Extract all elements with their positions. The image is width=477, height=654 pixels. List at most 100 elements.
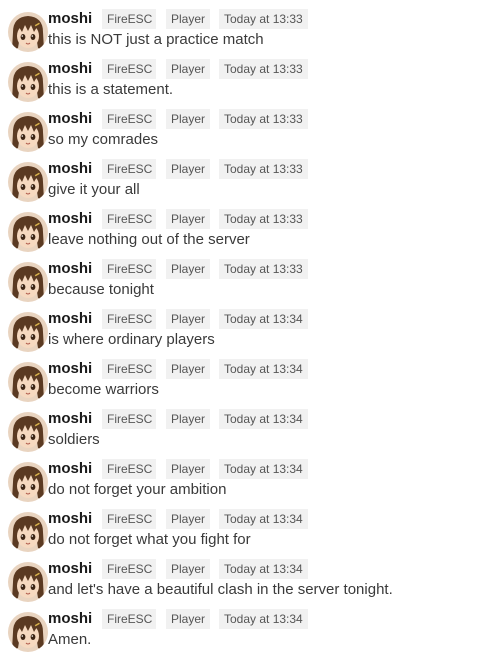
avatar[interactable] [8,62,48,102]
message-text: and let's have a beautiful clash in the … [48,581,393,598]
username[interactable]: moshi [48,560,92,578]
avatar[interactable] [8,12,48,52]
anime-girl-avatar-icon [8,62,48,102]
clan-tag: FireESC [102,109,156,129]
username[interactable]: moshi [48,460,92,478]
chat-message: moshi FireESC Player Today at 13:33 so m… [0,100,477,152]
username[interactable]: moshi [48,510,92,528]
chat-message: moshi FireESC Player Today at 13:34 do n… [0,500,477,552]
username[interactable]: moshi [48,10,92,28]
avatar[interactable] [8,212,48,252]
chat-message: moshi FireESC Player Today at 13:33 this… [0,0,477,52]
timestamp: Today at 13:34 [219,459,308,479]
clan-tag: FireESC [102,159,156,179]
role-tag: Player [166,209,210,229]
avatar[interactable] [8,362,48,402]
timestamp: Today at 13:33 [219,9,308,29]
avatar[interactable] [8,412,48,452]
role-tag: Player [166,409,210,429]
message-text: this is a statement. [48,81,174,98]
chat-message: moshi FireESC Player Today at 13:34 is w… [0,300,477,352]
role-tag: Player [166,459,210,479]
role-tag: Player [166,309,210,329]
message-text: soldiers [48,431,100,448]
anime-girl-avatar-icon [8,362,48,402]
clan-tag: FireESC [102,9,156,29]
clan-tag: FireESC [102,209,156,229]
message-text: because tonight [48,281,154,298]
anime-girl-avatar-icon [8,112,48,152]
anime-girl-avatar-icon [8,562,48,602]
avatar[interactable] [8,262,48,302]
username[interactable]: moshi [48,310,92,328]
clan-tag: FireESC [102,59,156,79]
anime-girl-avatar-icon [8,12,48,52]
chat-message: moshi FireESC Player Today at 13:34 do n… [0,450,477,502]
clan-tag: FireESC [102,459,156,479]
timestamp: Today at 13:34 [219,309,308,329]
timestamp: Today at 13:33 [219,209,308,229]
message-text: become warriors [48,381,159,398]
clan-tag: FireESC [102,509,156,529]
username[interactable]: moshi [48,60,92,78]
username[interactable]: moshi [48,160,92,178]
message-text: do not forget your ambition [48,481,227,498]
timestamp: Today at 13:34 [219,559,308,579]
message-text: do not forget what you fight for [48,531,251,548]
avatar[interactable] [8,162,48,202]
username[interactable]: moshi [48,110,92,128]
message-text: so my comrades [48,131,159,148]
timestamp: Today at 13:34 [219,609,308,629]
chat-message: moshi FireESC Player Today at 13:34 and … [0,550,477,602]
anime-girl-avatar-icon [8,462,48,502]
anime-girl-avatar-icon [8,162,48,202]
clan-tag: FireESC [102,359,156,379]
avatar[interactable] [8,462,48,502]
username[interactable]: moshi [48,610,92,628]
clan-tag: FireESC [102,559,156,579]
role-tag: Player [166,559,210,579]
timestamp: Today at 13:33 [219,109,308,129]
timestamp: Today at 13:34 [219,409,308,429]
anime-girl-avatar-icon [8,212,48,252]
clan-tag: FireESC [102,409,156,429]
anime-girl-avatar-icon [8,612,48,652]
avatar[interactable] [8,612,48,652]
timestamp: Today at 13:34 [219,509,308,529]
clan-tag: FireESC [102,309,156,329]
avatar[interactable] [8,312,48,352]
role-tag: Player [166,609,210,629]
username[interactable]: moshi [48,260,92,278]
role-tag: Player [166,509,210,529]
role-tag: Player [166,109,210,129]
message-text: Amen. [48,631,92,648]
chat-message: moshi FireESC Player Today at 13:34 beco… [0,350,477,402]
message-text: is where ordinary players [48,331,215,348]
role-tag: Player [166,359,210,379]
chat-message: moshi FireESC Player Today at 13:33 this… [0,50,477,102]
clan-tag: FireESC [102,259,156,279]
avatar[interactable] [8,112,48,152]
chat-message: moshi FireESC Player Today at 13:33 leav… [0,200,477,252]
clan-tag: FireESC [102,609,156,629]
chat-message: moshi FireESC Player Today at 13:34 sold… [0,400,477,452]
message-text: leave nothing out of the server [48,231,250,248]
username[interactable]: moshi [48,210,92,228]
anime-girl-avatar-icon [8,412,48,452]
role-tag: Player [166,259,210,279]
avatar[interactable] [8,512,48,552]
message-text: give it your all [48,181,140,198]
username[interactable]: moshi [48,410,92,428]
anime-girl-avatar-icon [8,312,48,352]
role-tag: Player [166,159,210,179]
chat-message: moshi FireESC Player Today at 13:33 beca… [0,250,477,302]
avatar[interactable] [8,562,48,602]
role-tag: Player [166,9,210,29]
timestamp: Today at 13:33 [219,259,308,279]
anime-girl-avatar-icon [8,512,48,552]
chat-log: moshi FireESC Player Today at 13:33 this… [0,0,477,654]
chat-message: moshi FireESC Player Today at 13:34 Amen… [0,600,477,652]
chat-message: moshi FireESC Player Today at 13:33 give… [0,150,477,202]
message-text: this is NOT just a practice match [48,31,264,48]
username[interactable]: moshi [48,360,92,378]
